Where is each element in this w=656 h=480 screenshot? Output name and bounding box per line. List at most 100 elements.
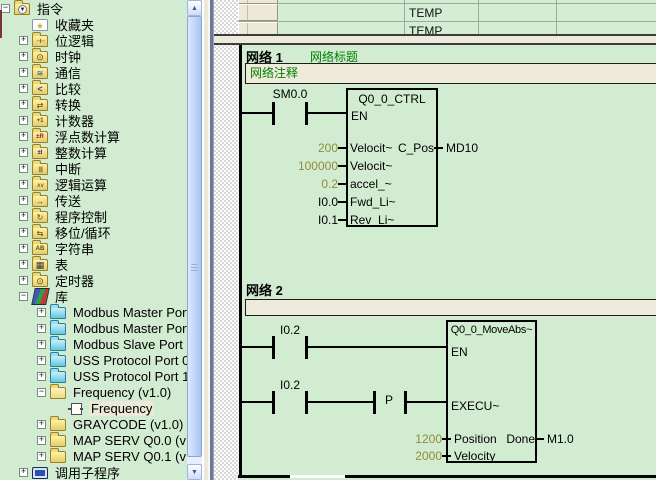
- tree-item[interactable]: Modbus Slave Port 0 (v: [0, 336, 187, 352]
- tree-expand-toggle-icon[interactable]: [19, 84, 28, 93]
- positive-edge-contact-label[interactable]: P: [374, 394, 404, 407]
- tree-expand-toggle-icon[interactable]: [19, 276, 28, 285]
- pin-value[interactable]: 0.2: [270, 177, 338, 191]
- pane-splitter[interactable]: [202, 0, 214, 480]
- tree-scrollbar[interactable]: ▲ ▼: [187, 0, 202, 480]
- tree-expand-toggle-icon[interactable]: [37, 388, 46, 397]
- tree-expand-toggle-icon[interactable]: [19, 180, 28, 189]
- table-gridline: [556, 0, 557, 34]
- tree-item-icon: [32, 179, 48, 191]
- block-en-pin-label: EN: [351, 109, 368, 123]
- contact-bar[interactable]: [272, 391, 275, 414]
- pin-tick: [338, 147, 347, 149]
- contact-bar[interactable]: [272, 336, 275, 359]
- pin-value[interactable]: I0.0: [270, 195, 338, 209]
- tree-expand-toggle-icon[interactable]: [19, 260, 28, 269]
- ladder-editor-gutter: [214, 0, 239, 480]
- block-input-pin-row[interactable]: 100000 Velocit~: [270, 158, 440, 173]
- tree-item[interactable]: MAP SERV Q0.0 (v1.8): [0, 432, 187, 448]
- tree-expand-toggle-icon[interactable]: [19, 228, 28, 237]
- tree-expand-toggle-icon[interactable]: [19, 196, 28, 205]
- plc-programming-window: 指令 收藏夹 位逻辑 时钟 通信: [0, 0, 656, 480]
- scroll-up-button[interactable]: ▲: [187, 0, 202, 16]
- var-type-cell[interactable]: TEMP: [409, 7, 442, 20]
- tree-item[interactable]: 库: [0, 288, 187, 304]
- tree-expand-toggle-icon[interactable]: [19, 116, 28, 125]
- var-table-row-header[interactable]: [238, 4, 278, 21]
- editor-splitter[interactable]: [214, 34, 656, 45]
- tree-item[interactable]: 位逻辑: [0, 32, 187, 48]
- tree-item[interactable]: Modbus Master Port 0 (v: [0, 304, 187, 320]
- pin-value[interactable]: 2000: [400, 449, 442, 463]
- pin-value[interactable]: 200: [270, 141, 338, 155]
- tree-expand-toggle-icon[interactable]: [19, 100, 28, 109]
- tree-expand-toggle-icon[interactable]: [19, 52, 28, 61]
- contact-bar[interactable]: [272, 102, 275, 125]
- tree-item[interactable]: 时钟: [0, 48, 187, 64]
- scroll-down-button[interactable]: ▼: [187, 464, 202, 480]
- contact-operand-label[interactable]: SM0.0: [265, 88, 315, 101]
- tree-item-icon: [32, 83, 48, 95]
- pin-value[interactable]: 1200: [400, 432, 442, 446]
- tree-expand-toggle-icon[interactable]: [37, 308, 46, 317]
- tree-item[interactable]: 通信: [0, 64, 187, 80]
- pin-value[interactable]: 100000: [270, 159, 338, 173]
- tree-item[interactable]: Frequency (v1.0): [0, 384, 187, 400]
- network2-comment[interactable]: [245, 299, 656, 316]
- tree-expand-toggle-icon[interactable]: [37, 324, 46, 333]
- network1-comment[interactable]: 网络注释: [245, 63, 656, 84]
- pin-param-label: Velocit~: [350, 141, 392, 155]
- tree-item[interactable]: 字符串: [0, 240, 187, 256]
- tree-expand-toggle-icon[interactable]: [37, 356, 46, 365]
- var-type-cell[interactable]: TEMP: [409, 0, 442, 2]
- tree-expand-toggle-icon[interactable]: [37, 420, 46, 429]
- tree-expand-toggle-icon[interactable]: [37, 372, 46, 381]
- tree-item[interactable]: 逻辑运算: [0, 176, 187, 192]
- tree-item[interactable]: USS Protocol Port 1 (v2: [0, 368, 187, 384]
- tree-expand-toggle-icon[interactable]: [19, 68, 28, 77]
- tree-expand-toggle-icon[interactable]: [19, 292, 28, 301]
- tree-item[interactable]: 整数计算: [0, 144, 187, 160]
- local-variable-table[interactable]: TEMP TEMP TEMP: [238, 0, 656, 34]
- tree-item[interactable]: 定时器: [0, 272, 187, 288]
- tree-item-icon: [50, 355, 66, 367]
- tree-expand-toggle-icon[interactable]: [19, 468, 28, 477]
- tree-expand-toggle-icon[interactable]: [37, 340, 46, 349]
- block-output-pin-row[interactable]: Done M1.0: [494, 431, 614, 446]
- tree-item[interactable]: 调用子程序: [0, 464, 187, 480]
- tree-expand-toggle-icon[interactable]: [19, 148, 28, 157]
- scroll-thumb[interactable]: [187, 16, 202, 457]
- block-output-pin-row[interactable]: C_Pos MD10: [396, 140, 506, 155]
- tree-expand-toggle-icon[interactable]: [1, 4, 10, 13]
- pin-tick: [338, 219, 347, 221]
- tree-expand-toggle-icon[interactable]: [19, 36, 28, 45]
- tree-expand-toggle-icon[interactable]: [19, 132, 28, 141]
- pin-tick: [338, 201, 347, 203]
- network-separator-line: [238, 475, 290, 478]
- table-gridline: [238, 3, 656, 4]
- tree-item[interactable]: 比较: [0, 80, 187, 96]
- block-input-pin-row[interactable]: 2000 Velocity: [400, 448, 550, 463]
- pin-value[interactable]: I0.1: [270, 213, 338, 227]
- tree-expand-toggle-icon[interactable]: [19, 164, 28, 173]
- block-input-pin-row[interactable]: 0.2 accel_~: [270, 176, 440, 191]
- var-type-cell[interactable]: TEMP: [409, 25, 442, 34]
- tree-expand-toggle-icon[interactable]: [19, 244, 28, 253]
- tree-item-label: USS Protocol Port 1 (v2: [71, 369, 187, 384]
- var-table-row-header[interactable]: [238, 22, 278, 34]
- wire: [241, 401, 272, 403]
- tree-expand-toggle-icon[interactable]: [37, 452, 46, 461]
- pin-operand[interactable]: MD10: [446, 141, 478, 155]
- tree-expand-toggle-icon[interactable]: [37, 436, 46, 445]
- tree-item-icon: [32, 51, 48, 63]
- tree-expand-toggle-icon[interactable]: [19, 212, 28, 221]
- tree-item-icon: [32, 131, 48, 143]
- tree-item[interactable]: GRAYCODE (v1.0): [0, 416, 187, 432]
- tree-item[interactable]: USS Protocol Port 0 (v2: [0, 352, 187, 368]
- block-input-pin-row[interactable]: I0.1 Rev_Li~: [270, 212, 440, 227]
- pin-operand[interactable]: M1.0: [547, 432, 574, 446]
- block-input-pin-row[interactable]: I0.0 Fwd_Li~: [270, 194, 440, 209]
- tree-item[interactable]: Frequency: [0, 400, 187, 416]
- tree-item-icon: [32, 19, 48, 31]
- tree-item[interactable]: Modbus Master Port 1 (v: [0, 320, 187, 336]
